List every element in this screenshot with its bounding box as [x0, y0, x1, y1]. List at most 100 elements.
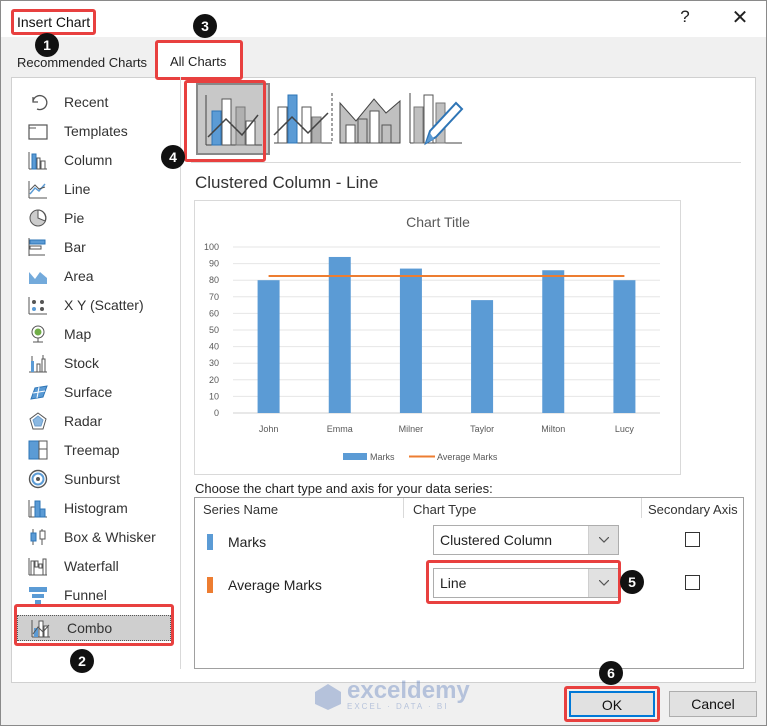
dialog-title: Insert Chart — [11, 9, 97, 35]
exceldemy-watermark: exceldemy EXCEL · DATA · BI — [313, 677, 470, 711]
map-chart-icon — [27, 324, 49, 344]
bar-chart-icon — [27, 237, 49, 257]
funnel-chart-icon — [27, 585, 49, 605]
sidebar-item-pie[interactable]: Pie — [27, 205, 177, 231]
header-chart-type: Chart Type — [413, 502, 477, 517]
area-chart-icon — [27, 266, 49, 286]
bar-marks-emma — [328, 256, 351, 413]
sidebar-item-recent[interactable]: Recent — [27, 89, 177, 115]
templates-icon — [27, 121, 49, 141]
header-secondary-axis: Secondary Axis — [648, 502, 738, 517]
column-chart-icon — [27, 150, 49, 170]
surface-chart-icon — [27, 382, 49, 402]
x-tick-label: Emma — [327, 424, 353, 434]
line-chart-icon — [27, 179, 49, 199]
chevron-down-icon[interactable] — [588, 526, 618, 554]
pie-chart-icon — [27, 208, 49, 228]
y-tick-label: 10 — [209, 391, 219, 401]
x-tick-label: Taylor — [470, 424, 494, 434]
sidebar-item-treemap[interactable]: Treemap — [27, 437, 177, 463]
column-line-secondary-axis-icon — [273, 93, 333, 144]
chart-type-select-marks[interactable]: Clustered Column — [433, 525, 619, 555]
custom-combination-pencil-icon — [409, 93, 464, 146]
radar-chart-icon — [27, 411, 49, 431]
x-tick-label: John — [259, 424, 279, 434]
sidebar-item-label: Waterfall — [64, 558, 119, 574]
box-whisker-chart-icon — [27, 527, 49, 547]
y-tick-label: 20 — [209, 375, 219, 385]
sidebar-item-map[interactable]: Map — [27, 321, 177, 347]
close-button[interactable]: ✕ — [728, 5, 752, 30]
sidebar-item-stock[interactable]: Stock — [27, 350, 177, 376]
chart-title: Chart Title — [406, 214, 470, 230]
cancel-button[interactable]: Cancel — [669, 691, 757, 717]
annotation-badge-6: 6 — [599, 661, 623, 685]
help-button[interactable]: ? — [675, 7, 695, 27]
watermark-name: exceldemy — [347, 677, 470, 704]
y-tick-label: 50 — [209, 325, 219, 335]
annotation-badge-2: 2 — [70, 649, 94, 673]
sidebar-item-label: Stock — [64, 355, 100, 371]
chart-preview: Chart Title 0 10 20 30 40 50 60 70 80 90 100 John Em… — [194, 200, 681, 475]
ok-button[interactable]: OK — [569, 691, 655, 717]
sidebar-item-bar[interactable]: Bar — [27, 234, 177, 260]
sidebar-item-label: Line — [64, 181, 91, 197]
sidebar-item-label: Funnel — [64, 587, 107, 603]
chart-preview-svg: Chart Title 0 10 20 30 40 50 60 70 80 90 100 John Em… — [204, 214, 660, 462]
sidebar-item-label: Bar — [64, 239, 86, 255]
legend-label-average-marks: Average Marks — [437, 452, 498, 462]
histogram-chart-icon — [27, 498, 49, 518]
tab-all-charts[interactable]: All Charts — [155, 40, 243, 80]
y-tick-label: 30 — [209, 358, 219, 368]
title-bar: Insert Chart ? ✕ — [1, 1, 766, 37]
selected-subtype-heading: Clustered Column - Line — [195, 173, 379, 192]
bar-marks-milner — [399, 268, 422, 413]
exceldemy-logo-icon — [315, 683, 341, 710]
series-color-swatch — [207, 577, 213, 593]
sidebar-item-box-whisker[interactable]: Box & Whisker — [27, 524, 177, 550]
sidebar-item-label: Treemap — [64, 442, 120, 458]
sidebar-item-area[interactable]: Area — [27, 263, 177, 289]
series-name: Marks — [228, 534, 267, 550]
sidebar-item-radar[interactable]: Radar — [27, 408, 177, 434]
waterfall-chart-icon — [27, 556, 49, 576]
column-divider — [641, 498, 642, 518]
sidebar-item-column[interactable]: Column — [27, 147, 177, 173]
sidebar-item-x-y-scatter[interactable]: X Y (Scatter) — [27, 292, 177, 318]
y-tick-label: 70 — [209, 292, 219, 302]
bar-marks-milton — [542, 270, 565, 413]
x-tick-label: Milton — [541, 424, 565, 434]
y-tick-label: 100 — [204, 242, 219, 252]
bar-marks-taylor — [471, 300, 494, 413]
scatter-chart-icon — [27, 295, 49, 315]
secondary-axis-checkbox-average-marks[interactable] — [685, 575, 700, 590]
sidebar-item-label: Box & Whisker — [64, 529, 156, 545]
series-name: Average Marks — [228, 577, 322, 593]
divider — [191, 162, 741, 163]
sidebar-item-sunburst[interactable]: Sunburst — [27, 466, 177, 492]
y-tick-label: 90 — [209, 259, 219, 269]
sidebar-item-surface[interactable]: Surface — [27, 379, 177, 405]
legend-swatch-marks — [343, 453, 367, 460]
series-row-marks: Marks Clustered Column — [195, 525, 743, 559]
sidebar-item-line[interactable]: Line — [27, 176, 177, 202]
secondary-axis-checkbox-marks[interactable] — [685, 532, 700, 547]
sidebar-item-label: Map — [64, 326, 92, 342]
annotation-badge-4: 4 — [161, 145, 185, 169]
recent-icon — [27, 92, 49, 112]
y-tick-label: 40 — [209, 342, 219, 352]
tab-recommended-charts[interactable]: Recommended Charts — [17, 54, 147, 72]
y-tick-label: 0 — [214, 408, 219, 418]
chart-type-select-highlight — [426, 560, 621, 604]
sidebar-item-label: Templates — [64, 123, 128, 139]
subtype-clustered-column-line-secondary[interactable] — [270, 83, 344, 155]
sidebar-item-templates[interactable]: Templates — [27, 118, 177, 144]
sidebar-item-histogram[interactable]: Histogram — [27, 495, 177, 521]
y-tick-label: 80 — [209, 275, 219, 285]
chart-category-sidebar: Recent Templates Column Line Pie Bar Area X Y (… — [11, 77, 181, 669]
annotation-badge-3: 3 — [193, 14, 217, 38]
subtype-custom-combination[interactable] — [402, 83, 476, 155]
legend-label-marks: Marks — [370, 452, 395, 462]
subtype-stacked-area-clustered-column[interactable] — [336, 83, 410, 155]
sidebar-item-waterfall[interactable]: Waterfall — [27, 553, 177, 579]
